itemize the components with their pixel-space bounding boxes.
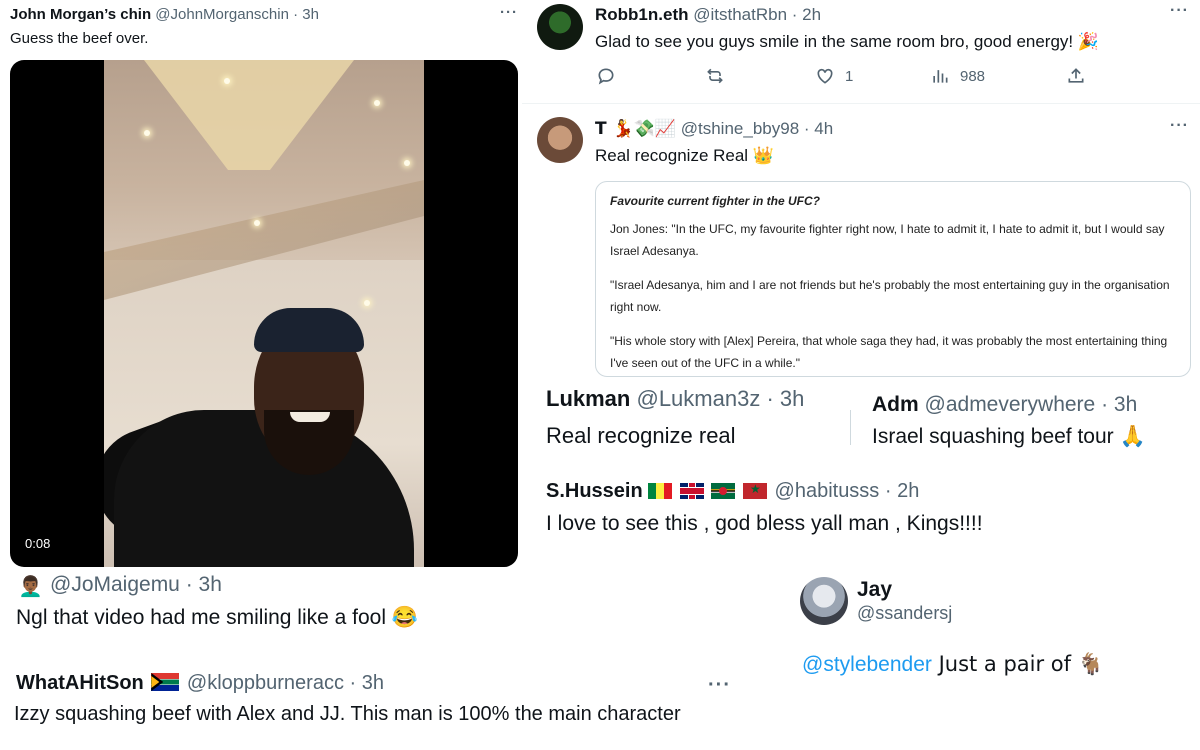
dominica-flag-icon [711, 483, 736, 499]
uk-flag-icon [679, 483, 704, 499]
lukman-text: Real recognize real [546, 423, 736, 448]
senegal-flag-icon [648, 483, 673, 499]
adm-text: Israel squashing beef tour 🙏 [872, 425, 1146, 448]
video-ceiling-panel [144, 60, 354, 170]
reply-button[interactable] [596, 66, 616, 86]
thread-line [850, 410, 851, 445]
whatahitson-text: Izzy squashing beef with Alex and JJ. Th… [14, 703, 681, 725]
hussein-author[interactable]: S.Hussein [546, 480, 643, 502]
lukman-header: Lukman @Lukman3z · 3h [546, 386, 804, 412]
hussein-text: I love to see this , god bless yall man … [546, 512, 983, 535]
ceiling-light [254, 220, 260, 226]
quote-title: Favourite current fighter in the UFC? [610, 194, 821, 208]
quote-paragraph-1: Jon Jones: "In the UFC, my favourite fig… [610, 222, 1165, 258]
robb1n-more-icon[interactable]: ··· [1170, 2, 1189, 20]
tshine-author[interactable]: T 💃💸📈 [595, 119, 676, 139]
view-count: 988 [960, 67, 986, 85]
main-tweet-more-icon[interactable]: ··· [500, 4, 518, 21]
main-tweet-text: Guess the beef over. [10, 30, 149, 47]
tshine-text: Real recognize Real 👑 [595, 146, 774, 165]
person-smile [290, 412, 330, 422]
tshine-time[interactable]: · 4h [804, 119, 833, 138]
jomaigemu-handle[interactable]: @JoMaigemu [50, 573, 180, 596]
ceiling-light [144, 130, 150, 136]
whatahitson-author[interactable]: WhatAHitSon [16, 672, 144, 694]
adm-handle[interactable]: @admeverywhere [925, 393, 1096, 416]
lukman-author[interactable]: Lukman [546, 386, 630, 411]
share-icon [1068, 68, 1084, 83]
person-cap [254, 308, 364, 352]
main-tweet-author[interactable]: John Morgan’s chin [10, 6, 151, 23]
whatahitson-more-icon[interactable]: ··· [708, 674, 731, 697]
main-tweet-time[interactable]: · 3h [293, 6, 319, 23]
robb1n-avatar[interactable] [537, 4, 583, 50]
video-frame[interactable] [104, 60, 424, 567]
heart-icon [817, 68, 833, 84]
tshine-more-icon[interactable]: ··· [1170, 117, 1189, 135]
share-button[interactable] [1066, 66, 1086, 86]
video-timestamp: 0:08 [25, 536, 51, 551]
divider [522, 103, 1200, 104]
video-player[interactable]: 0:08 [10, 60, 518, 567]
adm-author[interactable]: Adm [872, 393, 919, 416]
tshine-avatar[interactable] [537, 117, 583, 163]
robb1n-handle[interactable]: @itsthatRbn [693, 5, 787, 24]
robb1n-header: Robb1n.eth @itsthatRbn · 2h [595, 5, 821, 25]
jay-author[interactable]: Jay [857, 578, 892, 602]
adm-time[interactable]: · 3h [1101, 393, 1137, 416]
adm-header: Adm @admeverywhere · 3h [872, 393, 1137, 417]
quote-paragraph-2: "Israel Adesanya, him and I are not frie… [610, 278, 1170, 314]
jomaigemu-avatar[interactable]: 👨🏾‍🦱 [18, 574, 43, 598]
jomaigemu-text: Ngl that video had me smiling like a foo… [16, 606, 419, 629]
like-count: 1 [845, 67, 854, 85]
tshine-handle[interactable]: @tshine_bby98 [681, 119, 799, 138]
retweet-icon [707, 68, 723, 84]
whatahitson-handle[interactable]: @kloppburneracc [187, 672, 344, 694]
whatahitson-header: WhatAHitSon @kloppburneracc · 3h [16, 672, 384, 695]
south-africa-flag-icon [151, 673, 180, 691]
hussein-time[interactable]: · 2h [885, 480, 919, 502]
jay-reply: @stylebender Just a pair of 🐐 [802, 652, 1104, 677]
views-chart-icon [933, 70, 948, 83]
jay-mention-link[interactable]: @stylebender [802, 653, 932, 676]
ceiling-light [364, 300, 370, 306]
ceiling-light [404, 160, 410, 166]
views-button[interactable]: 988 [930, 66, 985, 86]
tshine-header: T 💃💸📈 @tshine_bby98 · 4h [595, 119, 833, 139]
like-button[interactable]: 1 [815, 66, 853, 86]
morocco-flag-icon [742, 482, 767, 499]
robb1n-time[interactable]: · 2h [792, 5, 821, 24]
hussein-handle[interactable]: @habitusss [775, 480, 880, 502]
jay-handle[interactable]: @ssandersj [857, 603, 952, 624]
jomaigemu-header: @JoMaigemu · 3h [50, 573, 222, 597]
lukman-handle[interactable]: @Lukman3z [636, 386, 760, 411]
hussein-header: S.Hussein @habitusss · 2h [546, 480, 919, 503]
robb1n-text: Glad to see you guys smile in the same r… [595, 32, 1100, 51]
robb1n-author[interactable]: Robb1n.eth [595, 5, 689, 24]
ceiling-light [224, 78, 230, 84]
quoted-article-image[interactable]: Favourite current fighter in the UFC? Jo… [595, 181, 1191, 377]
quote-paragraph-3: "His whole story with [Alex] Pereira, th… [610, 334, 1168, 370]
jay-text: Just a pair of 🐐 [931, 652, 1104, 676]
retweet-button[interactable] [705, 66, 725, 86]
jomaigemu-time[interactable]: · 3h [186, 573, 222, 596]
ceiling-light [374, 100, 380, 106]
lukman-time[interactable]: · 3h [766, 386, 804, 411]
reply-icon [598, 68, 614, 85]
main-tweet-header: John Morgan’s chin @JohnMorganschin · 3h [10, 6, 319, 23]
whatahitson-time[interactable]: · 3h [350, 672, 384, 694]
jay-avatar[interactable] [800, 577, 848, 625]
main-tweet-handle[interactable]: @JohnMorganschin [155, 6, 289, 23]
